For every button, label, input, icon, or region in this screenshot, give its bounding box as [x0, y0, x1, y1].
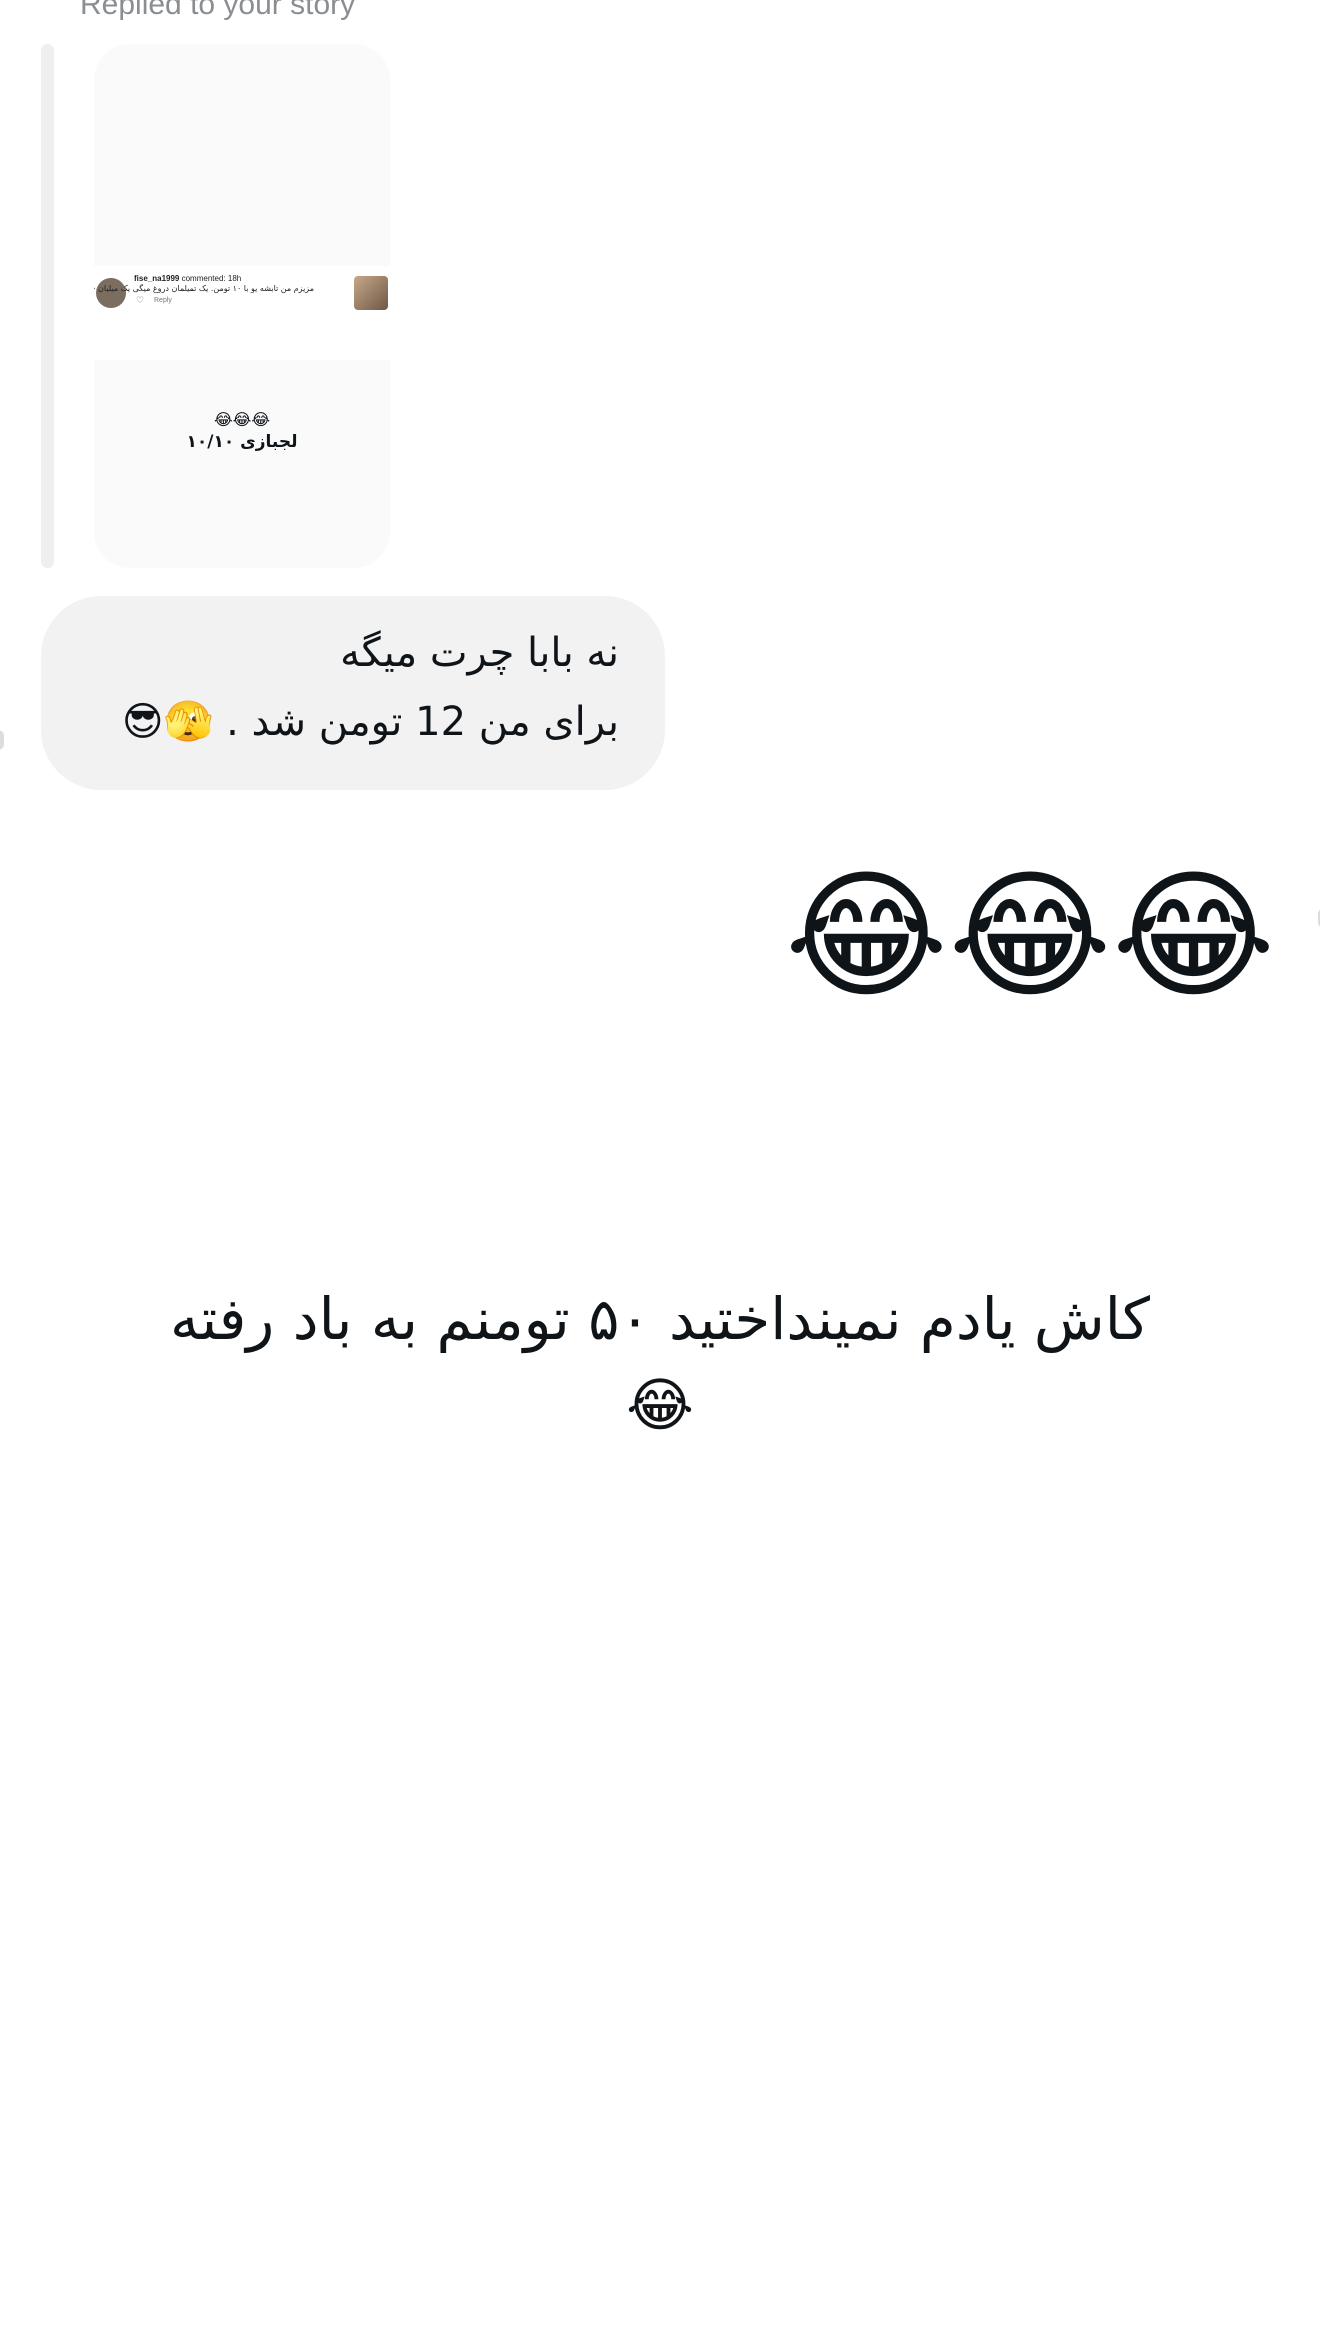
story-caption: لجبازی ۱۰/۱۰: [186, 432, 298, 452]
comment-thumbnail: [354, 276, 388, 310]
comment-username: fise_na1999: [134, 274, 180, 283]
left-edge-indicator: [0, 730, 4, 750]
comment-text: مزیزم من تابشه یو با ۱۰ تومن. یک تمیلمان…: [94, 284, 314, 293]
heart-icon: ♡: [136, 296, 145, 306]
message-line-2: برای من 12 تومن شد . 🫣😎: [121, 699, 619, 745]
emoji-message[interactable]: 😂😂😂: [760, 852, 1300, 1022]
comment-reply-label: Reply: [154, 297, 172, 304]
story-comment-strip: fise_na1999 commented: 18h مزیزم من تابش…: [94, 266, 390, 360]
reply-quote-bar: [41, 44, 54, 568]
story-emoji-row: 😂😂😂: [213, 410, 271, 429]
comment-avatar: [96, 278, 126, 308]
story-preview-card[interactable]: fise_na1999 commented: 18h مزیزم من تابش…: [94, 44, 390, 568]
message-line-1: نه بابا چرت میگه: [340, 630, 619, 676]
comment-user-line: fise_na1999 commented: 18h: [134, 274, 241, 283]
comment-time: 18h: [227, 274, 242, 283]
reply-header: Replied to your story: [80, 0, 356, 21]
comment-action: commented:: [181, 274, 226, 283]
story-text-message: کاش یادم نمینداختید ۵۰ تومنم به باد رفته…: [169, 1285, 1151, 1439]
message-bubble[interactable]: نه بابا چرت میگه برای من 12 تومن شد . 🫣😎: [41, 596, 665, 790]
